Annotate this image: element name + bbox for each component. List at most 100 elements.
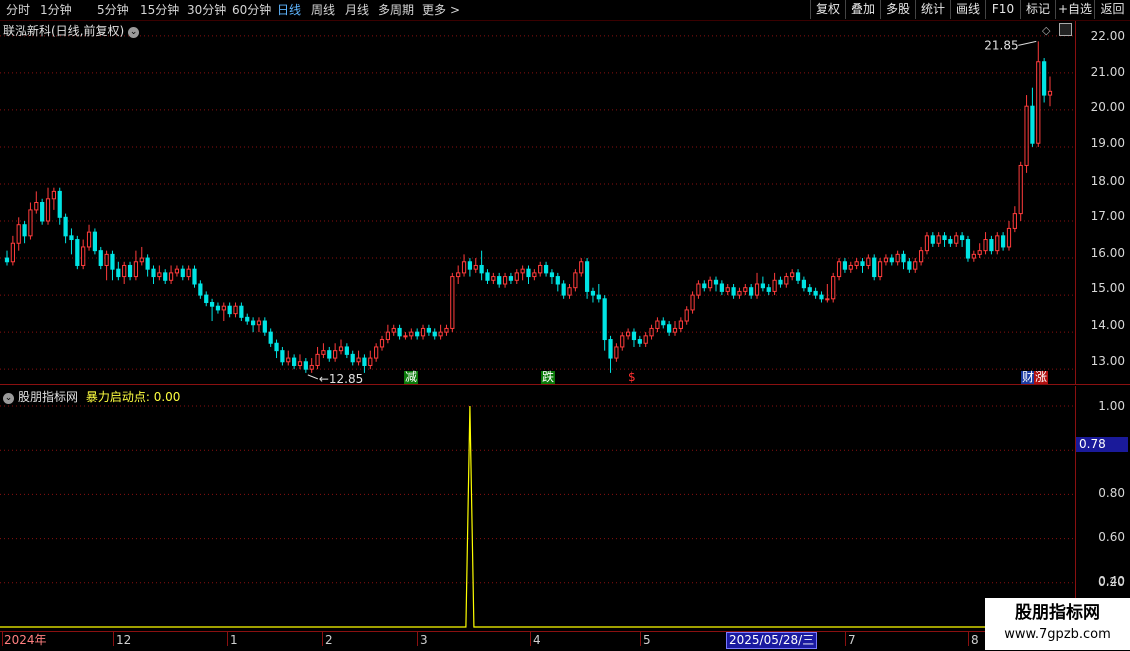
period-tab-more[interactable]: 更多 — [422, 2, 446, 18]
candle-down — [151, 268, 156, 278]
candle-up — [502, 276, 508, 285]
candle-down — [860, 261, 865, 266]
candle-up — [286, 357, 291, 363]
candle-down — [215, 305, 221, 311]
candle-up — [672, 327, 678, 333]
candle-up — [368, 357, 373, 366]
candle-up — [737, 290, 742, 296]
candle-down — [110, 253, 115, 270]
overlay-button[interactable]: 叠加 — [845, 0, 880, 19]
panel-separator — [0, 384, 1130, 385]
date-tick — [322, 632, 323, 646]
top-toolbar: 分时 1分钟 5分钟 15分钟 30分钟 60分钟 日线 周线 月线 多周期 更… — [0, 0, 1130, 21]
date-label: 5 — [643, 633, 651, 647]
price-tick: 14.00 — [1090, 318, 1125, 332]
candle-up — [34, 202, 39, 211]
candle-down — [116, 268, 121, 278]
period-tab-monthly[interactable]: 月线 — [345, 2, 369, 18]
candle-down — [40, 202, 45, 222]
candle-up — [854, 261, 859, 266]
candle-up — [309, 364, 314, 370]
candle-down — [584, 261, 590, 292]
indicator-series-line — [0, 405, 1075, 628]
statistics-button[interactable]: 统计 — [915, 0, 950, 19]
candle-down — [75, 239, 80, 266]
date-tick — [530, 632, 531, 646]
candle-down — [872, 257, 877, 278]
date-tick — [640, 632, 641, 646]
candle-down — [479, 264, 484, 274]
candle-up — [883, 257, 889, 263]
candle-down — [303, 361, 308, 370]
chevron-down-icon[interactable]: ⌄ — [128, 27, 140, 38]
period-tab-fenshi[interactable]: 分时 — [6, 2, 30, 18]
candle-down — [280, 350, 285, 363]
mark-button[interactable]: 标记 — [1020, 0, 1055, 19]
candle-up — [45, 198, 51, 222]
candle-up — [1012, 213, 1017, 229]
candle-down — [180, 268, 185, 278]
date-tick — [227, 632, 228, 646]
date-label: 7 — [848, 633, 856, 647]
candle-up — [684, 309, 689, 322]
candle-up — [374, 346, 379, 359]
candle-down — [262, 320, 267, 333]
candle-down — [819, 294, 824, 300]
candle-up — [696, 283, 701, 296]
candle-up — [567, 287, 572, 296]
candle-up — [690, 294, 695, 311]
period-tab-30min[interactable]: 30分钟 — [187, 2, 226, 18]
signal-dollar: $ — [628, 370, 636, 384]
period-tab-5min[interactable]: 5分钟 — [97, 2, 129, 18]
candle-down — [555, 276, 560, 285]
window-toggle-icon[interactable] — [1059, 23, 1072, 36]
multi-stock-button[interactable]: 多股 — [880, 0, 915, 19]
candle-down — [889, 257, 894, 263]
candle-up — [333, 350, 338, 359]
period-tab-1min[interactable]: 1分钟 — [40, 2, 72, 18]
candle-up — [379, 339, 385, 348]
candle-up — [174, 268, 180, 274]
chevron-down-icon[interactable]: ⌄ — [3, 393, 14, 404]
candle-down — [1042, 61, 1047, 96]
candle-up — [81, 246, 86, 266]
candle-up — [678, 320, 683, 329]
period-tab-multi[interactable]: 多周期 — [378, 2, 414, 18]
diamond-icon[interactable]: ◇ — [1042, 24, 1050, 37]
candle-down — [549, 272, 555, 278]
fuquan-button[interactable]: 复权 — [810, 0, 845, 19]
date-axis: 2024年 12 1 2 3 4 5 2025/05/28/三 7 8 — [0, 631, 1075, 651]
candle-up — [438, 331, 443, 337]
candle-down — [497, 276, 502, 285]
price-tick: 16.00 — [1090, 246, 1125, 260]
chevron-right-icon[interactable]: > — [450, 2, 460, 18]
f10-button[interactable]: F10 — [985, 0, 1020, 19]
candle-up — [825, 298, 830, 301]
candle-up — [491, 276, 496, 281]
candle-down — [274, 342, 279, 352]
candlestick-chart[interactable]: 21.85 ←12.85 — [0, 21, 1075, 384]
candle-down — [901, 253, 906, 263]
candle-up — [297, 361, 303, 366]
back-button[interactable]: 返回 — [1094, 0, 1130, 19]
candle-down — [807, 287, 812, 292]
signal-finance: 财 — [1021, 370, 1036, 384]
period-tab-weekly[interactable]: 周线 — [311, 2, 335, 18]
period-tab-60min[interactable]: 60分钟 — [232, 2, 271, 18]
period-tab-daily[interactable]: 日线 — [277, 2, 301, 18]
candle-up — [831, 276, 836, 300]
period-tab-15min[interactable]: 15分钟 — [140, 2, 179, 18]
candle-up — [356, 357, 361, 363]
candle-up — [1024, 105, 1029, 166]
candle-down — [719, 283, 724, 292]
indicator-chart[interactable] — [0, 386, 1075, 631]
candle-down — [749, 287, 754, 296]
candle-up — [995, 235, 1000, 252]
candle-up — [51, 190, 56, 200]
candle-up — [391, 327, 396, 333]
add-watchlist-button[interactable]: +自选 — [1055, 0, 1094, 19]
candle-up — [456, 272, 461, 278]
draw-line-button[interactable]: 画线 — [950, 0, 985, 19]
indicator-axis: 1.00 0.80 0.60 0.40 — [1075, 386, 1130, 631]
candle-up — [708, 279, 713, 289]
